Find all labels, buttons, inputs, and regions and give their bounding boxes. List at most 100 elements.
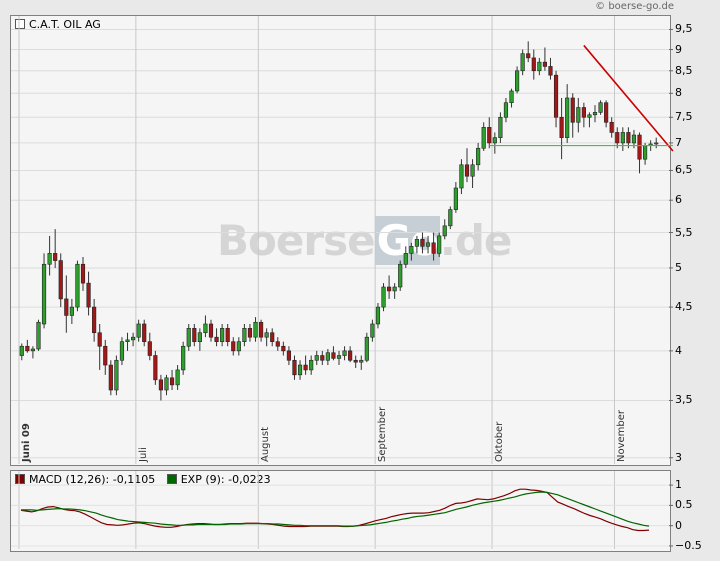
month-label: November (616, 409, 628, 462)
candle-up (41, 263, 47, 325)
candle-up (359, 359, 364, 363)
price-y-tick-label: 7,5 (675, 110, 693, 124)
candle-up (459, 164, 464, 189)
candle-up (242, 328, 247, 342)
candle-up (409, 245, 414, 254)
candle-down (464, 164, 470, 177)
price-y-tick-label: 5 (675, 260, 682, 274)
candle-down (570, 97, 575, 123)
candle-up (598, 102, 603, 113)
signal-line (21, 491, 650, 527)
candle-down (225, 328, 230, 342)
candle-down (58, 260, 63, 300)
candle-down (531, 57, 536, 72)
candle-up (537, 61, 542, 72)
candle-down (103, 345, 108, 366)
candle-down (581, 107, 586, 118)
candle-up (314, 355, 319, 361)
candle-down (559, 116, 564, 138)
candle-up (69, 306, 74, 316)
candle-up (587, 114, 592, 118)
macd-y-tick-label: 1 (675, 478, 682, 492)
candle-down (86, 282, 91, 308)
month-label: August (260, 427, 272, 462)
candle-up (414, 239, 419, 247)
candle-up (47, 253, 52, 265)
price-y-tick-label: 9,5 (675, 22, 693, 36)
candle-up (398, 263, 403, 288)
candle-down (303, 364, 308, 371)
candle-up (631, 134, 637, 144)
candle-up (164, 377, 169, 391)
candle-down (153, 355, 158, 381)
candle-down (286, 350, 291, 361)
candle-up (503, 102, 509, 118)
candle-down (275, 341, 280, 347)
candle-up (114, 359, 119, 391)
candle-down (348, 350, 353, 361)
candle-up (253, 321, 258, 338)
price-y-tick-label: 6 (675, 193, 682, 207)
candle-down (487, 127, 492, 144)
price-y-tick-label: 5,5 (675, 225, 693, 239)
candle-up (592, 112, 598, 116)
month-label: Juni 09 (21, 423, 32, 462)
macd-line (20, 488, 650, 532)
price-y-tick-label: 8,5 (675, 63, 693, 77)
candle-up (375, 306, 381, 325)
candle-up (220, 328, 225, 342)
candle-up (654, 142, 659, 145)
candle-up (309, 359, 314, 371)
candle-up (381, 286, 386, 308)
chart-page: © boerse-go.de BoerseGo.de C.A.T. OIL AG… (0, 0, 720, 561)
candle-up (481, 127, 486, 149)
candle-down (609, 121, 614, 133)
candle-up (520, 53, 525, 72)
candle-up (370, 323, 375, 338)
price-y-tick-label: 7 (675, 135, 682, 149)
price-y-tick-label: 4,5 (675, 300, 693, 314)
candle-down (420, 239, 425, 247)
candle-down (208, 323, 214, 338)
candle-up (119, 341, 125, 361)
candle-down (53, 253, 58, 261)
candle-up (136, 323, 141, 338)
candle-up (492, 137, 497, 144)
candle-up (392, 286, 397, 292)
price-y-tick-label: 8 (675, 86, 682, 100)
chart-svg (11, 16, 674, 549)
candle-up (203, 323, 208, 334)
candle-up (498, 116, 503, 138)
month-label: September (377, 406, 389, 462)
candle-down (292, 359, 297, 376)
candle-down (247, 328, 253, 338)
candle-down (97, 332, 102, 347)
price-y-tick-label: 3,5 (675, 393, 693, 407)
candle-down (108, 364, 113, 391)
candle-up (437, 235, 442, 254)
candle-up (643, 145, 648, 160)
candle-up (264, 332, 269, 338)
candle-up (403, 253, 408, 265)
candle-up (620, 132, 625, 144)
price-y-tick-label: 4 (675, 343, 682, 357)
candle-up (448, 209, 453, 227)
candle-down (331, 352, 336, 359)
candle-up (19, 345, 24, 356)
candle-up (425, 242, 431, 247)
candle-down (270, 332, 275, 342)
macd-y-tick-label: −0.5 (675, 538, 702, 552)
candle-down (637, 134, 642, 160)
candle-up (509, 90, 514, 104)
candle-down (142, 323, 147, 342)
candle-up (30, 348, 35, 352)
candle-up (364, 336, 369, 361)
candle-down (615, 132, 620, 144)
candle-up (36, 321, 41, 350)
candle-down (320, 355, 325, 361)
candle-down (231, 341, 236, 352)
candle-down (431, 242, 436, 254)
candle-up (181, 345, 186, 371)
candle-up (236, 341, 241, 352)
candle-down (214, 336, 219, 342)
